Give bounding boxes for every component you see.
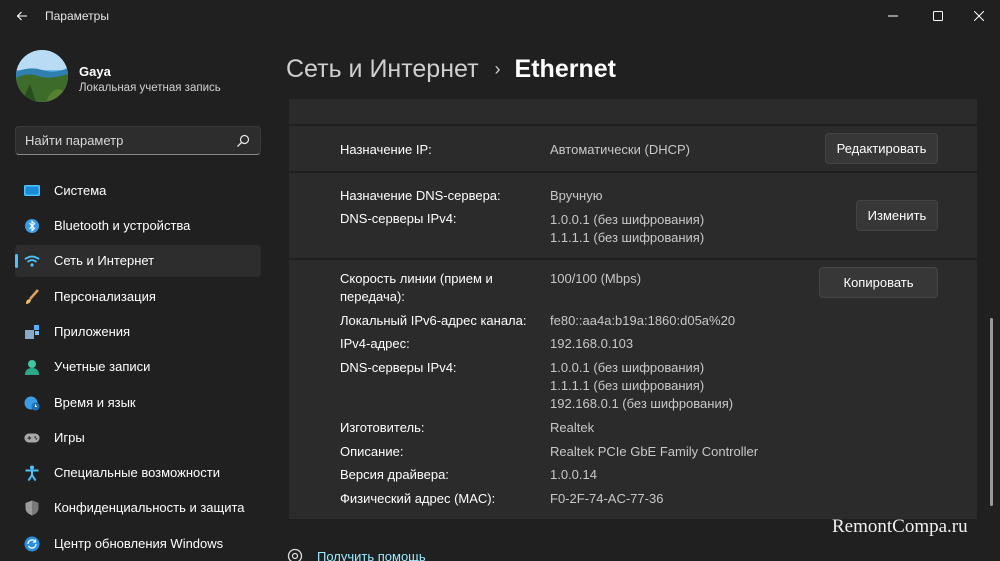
ip-assignment-value: Автоматически (DHCP) (550, 142, 690, 157)
avatar-landscape-icon (16, 50, 68, 102)
sidebar-item-privacy[interactable]: Конфиденциальность и защита (15, 492, 261, 524)
clipped-settings-card (289, 99, 977, 125)
minimize-button[interactable] (870, 0, 916, 32)
sidebar-item-label: Приложения (54, 324, 131, 339)
sidebar-item-label: Конфиденциальность и защита (54, 500, 245, 515)
driver-version-label: Версия драйвера: (340, 467, 449, 482)
help-link[interactable]: Получить помощь (287, 548, 426, 561)
sidebar-item-label: Игры (54, 430, 85, 445)
sidebar-item-time-language[interactable]: Время и язык (15, 387, 261, 419)
dns-servers-label: DNS-серверы IPv4: (340, 360, 457, 375)
dns-servers-label: DNS-серверы IPv4: (340, 211, 457, 226)
ip-assignment-label: Назначение IP: (340, 142, 432, 157)
sidebar-item-label: Сеть и Интернет (54, 253, 155, 268)
bluetooth-icon (24, 218, 40, 234)
edit-ip-button[interactable]: Редактировать (825, 133, 938, 164)
dns-assignment-label: Назначение DNS-сервера: (340, 188, 501, 203)
dns-server-value: 1.1.1.1 (без шифрования) (550, 230, 705, 245)
window-title: Параметры (45, 9, 109, 23)
brush-icon (24, 289, 40, 305)
selection-indicator (15, 254, 18, 268)
sidebar-item-system[interactable]: Система (15, 175, 261, 207)
profile-name: Gaya (79, 64, 111, 79)
system-icon (24, 183, 40, 199)
sidebar-item-apps[interactable]: Приложения (15, 316, 261, 348)
dns-server-value: 192.168.0.1 (без шифрования) (550, 396, 734, 411)
dns-server-value: 1.1.1.1 (без шифрования) (550, 378, 705, 393)
mac-address-label: Физический адрес (MAC): (340, 491, 496, 506)
search-input[interactable] (25, 133, 225, 148)
maximize-icon (933, 11, 943, 21)
page-title: Ethernet (514, 54, 616, 83)
close-icon (974, 11, 984, 21)
manufacturer-value: Realtek (550, 420, 595, 435)
close-button[interactable] (956, 0, 1000, 32)
dns-assignment-value: Вручную (550, 188, 603, 203)
link-speed-label-cont: передача): (340, 289, 405, 304)
dns-assignment-card: Назначение DNS-сервера: Вручную DNS-серв… (289, 173, 977, 259)
minimize-icon (888, 15, 898, 17)
sidebar-item-windows-update[interactable]: Центр обновления Windows (15, 528, 261, 560)
watermark: RemontCompa.ru (832, 516, 968, 537)
apps-icon (24, 324, 40, 340)
link-speed-value: 100/100 (Mbps) (550, 271, 642, 286)
description-value: Realtek PCIe GbE Family Controller (550, 444, 759, 459)
ip-assignment-card: Назначение IP: Автоматически (DHCP) Реда… (289, 126, 977, 172)
chevron-right-icon: › (494, 58, 501, 79)
scrollbar-thumb[interactable] (990, 318, 993, 506)
title-bar: Параметры (0, 0, 1000, 32)
back-arrow-icon (16, 11, 27, 21)
copy-button[interactable]: Копировать (819, 267, 938, 298)
manufacturer-label: Изготовитель: (340, 420, 425, 435)
back-button[interactable] (8, 6, 36, 26)
sidebar-item-label: Bluetooth и устройства (54, 218, 191, 233)
change-dns-button[interactable]: Изменить (856, 200, 938, 231)
sidebar-item-accounts[interactable]: Учетные записи (15, 351, 261, 383)
description-label: Описание: (340, 444, 404, 459)
sidebar-item-label: Специальные возможности (54, 465, 220, 480)
ipv6-label: Локальный IPv6-адрес канала: (340, 313, 527, 328)
mac-address-value: F0-2F-74-AC-77-36 (550, 491, 664, 506)
wifi-icon (24, 253, 40, 269)
sidebar-item-label: Учетные записи (54, 359, 151, 374)
help-icon (287, 548, 303, 561)
ipv4-label: IPv4-адрес: (340, 336, 410, 351)
sidebar-item-label: Система (54, 183, 107, 198)
breadcrumb: Сеть и Интернет › Ethernet (286, 53, 616, 85)
sidebar-item-bluetooth[interactable]: Bluetooth и устройства (15, 210, 261, 242)
help-link-label[interactable]: Получить помощь (317, 549, 426, 561)
sidebar-item-label: Время и язык (54, 395, 136, 410)
maximize-button[interactable] (915, 0, 961, 32)
dns-server-value: 1.0.0.1 (без шифрования) (550, 212, 705, 227)
properties-card: Скорость линии (прием и передача): 100/1… (289, 260, 977, 519)
link-speed-label: Скорость линии (прием и (340, 271, 493, 286)
search-icon[interactable] (236, 134, 250, 148)
sidebar-item-label: Персонализация (54, 289, 156, 304)
breadcrumb-parent-link[interactable]: Сеть и Интернет (286, 55, 479, 84)
accessibility-icon (24, 465, 40, 481)
ipv4-value: 192.168.0.103 (550, 336, 634, 351)
sidebar-item-personalization[interactable]: Персонализация (15, 281, 261, 313)
sidebar-item-network[interactable]: Сеть и Интернет (15, 245, 261, 277)
driver-version-value: 1.0.0.14 (550, 467, 597, 482)
ipv6-value: fe80::aa4a:b19a:1860:d05a%20 (550, 313, 736, 328)
person-icon (24, 359, 40, 375)
dns-server-value: 1.0.0.1 (без шифрования) (550, 360, 705, 375)
avatar[interactable] (16, 50, 68, 102)
search-box[interactable] (15, 126, 261, 155)
globe-clock-icon (24, 395, 40, 411)
sidebar-item-gaming[interactable]: Игры (15, 422, 261, 454)
sidebar-item-label: Центр обновления Windows (54, 536, 224, 551)
shield-icon (24, 500, 40, 516)
sidebar-item-accessibility[interactable]: Специальные возможности (15, 457, 261, 489)
update-icon (24, 536, 40, 552)
gamepad-icon (24, 430, 40, 446)
account-type: Локальная учетная запись (79, 82, 221, 94)
